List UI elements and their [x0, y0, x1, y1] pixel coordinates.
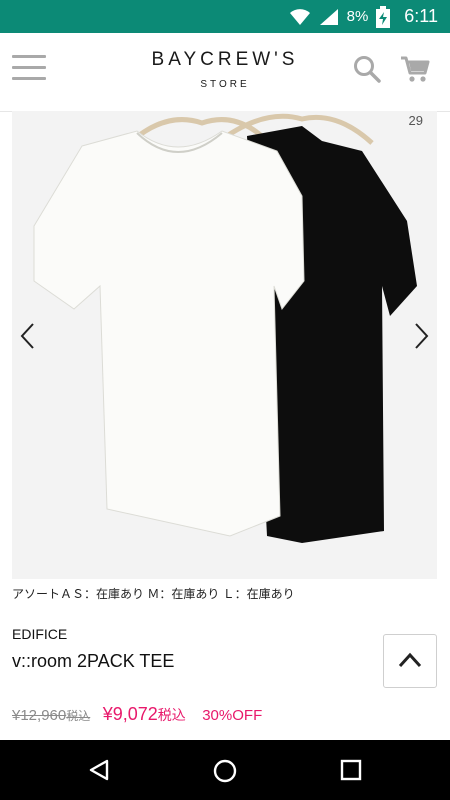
product-image-carousel[interactable]: 29 [12, 111, 437, 579]
brand-logo-sub: STORE [200, 79, 250, 90]
brand-logo-name: BAYCREW'S [151, 49, 299, 70]
scroll-to-top-button[interactable] [383, 634, 437, 688]
search-button[interactable] [353, 55, 381, 87]
original-price-value: ¥12,960 [12, 707, 67, 724]
chevron-up-icon [398, 652, 422, 668]
image-counter: 29 [408, 113, 423, 128]
original-price: ¥12,960税込 [12, 707, 90, 724]
home-circle-icon [213, 759, 237, 783]
status-bar: 8% 6:11 [0, 0, 450, 33]
clock: 6:11 [404, 6, 438, 26]
product-brand[interactable]: EDIFICE [12, 626, 67, 642]
next-image-button[interactable] [411, 321, 431, 355]
product-image [12, 111, 437, 579]
site-header: BAYCREW'S STORE [0, 33, 450, 112]
cart-icon [401, 56, 430, 82]
discount-badge: 30%OFF [202, 707, 263, 724]
battery-percent: 8% [346, 8, 369, 25]
sale-price: ¥9,072税込 [103, 704, 186, 724]
cart-button[interactable] [400, 55, 430, 87]
previous-image-button[interactable] [18, 321, 38, 355]
recents-button[interactable] [340, 759, 362, 785]
recents-square-icon [340, 759, 362, 781]
battery-charging-icon [376, 5, 391, 28]
product-title: v::room 2PACK TEE [12, 651, 175, 671]
home-button[interactable] [213, 759, 237, 787]
sale-price-value: ¥9,072 [102, 704, 158, 724]
price-row: ¥12,960税込 ¥9,072税込 30%OFF [12, 704, 262, 725]
sale-price-tax: 税込 [157, 707, 186, 723]
search-icon [354, 56, 381, 83]
chevron-right-icon [415, 323, 429, 349]
signal-icon [319, 8, 338, 25]
navigation-bar [0, 740, 450, 800]
brand-logo[interactable]: BAYCREW'S STORE [0, 49, 450, 90]
back-button[interactable] [88, 759, 110, 785]
stock-status: アソートＡＳ：在庫あり Ｍ：在庫あり Ｌ：在庫あり [12, 587, 295, 601]
back-triangle-icon [89, 759, 109, 781]
original-price-tax: 税込 [66, 709, 91, 723]
wifi-icon [289, 8, 310, 25]
chevron-left-icon [20, 323, 34, 349]
